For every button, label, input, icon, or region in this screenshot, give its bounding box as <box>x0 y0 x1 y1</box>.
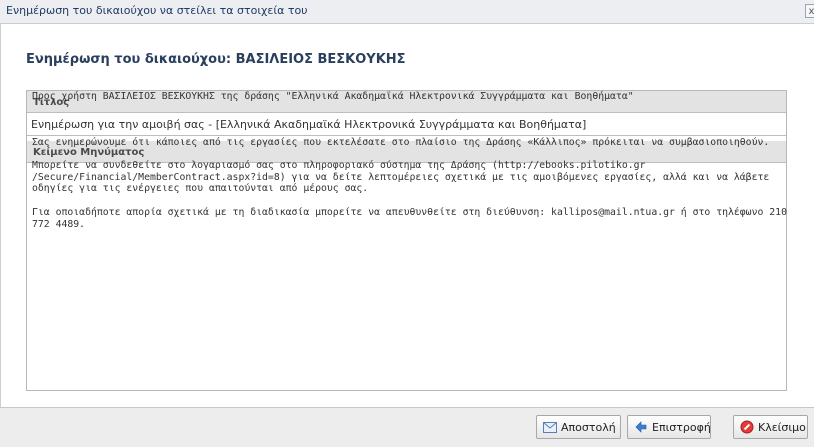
dialog-close-icon[interactable]: x <box>805 4 814 18</box>
message-paragraph: Μπορείτε να συνδεθείτε στο λογαριασμό σα… <box>32 160 776 195</box>
message-body[interactable]: Προς χρήστη ΒΑΣΙΛΕΙΟΣ ΒΕΣΚΟΥΚΗΣ της δράσ… <box>32 91 787 230</box>
message-paragraph: Προς χρήστη ΒΑΣΙΛΕΙΟΣ ΒΕΣΚΟΥΚΗΣ της δράσ… <box>32 91 634 102</box>
send-button[interactable]: Αποστολή <box>536 415 621 439</box>
envelope-icon <box>543 421 557 433</box>
back-button-label: Επιστροφή <box>652 420 711 434</box>
message-paragraph: Σας ενημερώνουμε ότι κάποιες από τις εργ… <box>32 136 770 148</box>
message-paragraph: Για οποιαδήποτε απορία σχετικά με τη δια… <box>32 206 793 230</box>
send-button-label: Αποστολή <box>561 420 616 434</box>
close-button[interactable]: Κλείσιμο <box>733 415 808 439</box>
close-button-label: Κλείσιμο <box>758 420 806 434</box>
dialog-border <box>0 24 1 407</box>
back-button[interactable]: Επιστροφή <box>627 415 711 439</box>
page-title: Ενημέρωση του δικαιούχου: ΒΑΣΙΛΕΙΟΣ ΒΕΣΚ… <box>26 52 406 67</box>
back-arrow-icon <box>635 421 647 433</box>
dialog-title: Ενημέρωση του δικαιούχου να στείλει τα σ… <box>6 4 308 17</box>
dialog-titlebar: Ενημέρωση του δικαιούχου να στείλει τα σ… <box>0 0 814 24</box>
no-entry-icon <box>740 420 754 434</box>
